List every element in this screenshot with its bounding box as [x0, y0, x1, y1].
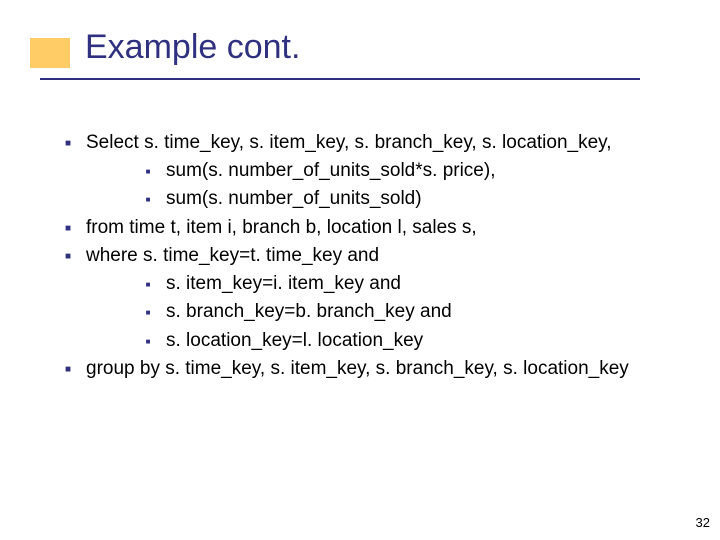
list-item: ■ from time t, item i, branch b, locatio… [60, 215, 680, 241]
list-text: sum(s. number_of_units_sold*s. price), [166, 158, 680, 184]
body-content: ■ Select s. time_key, s. item_key, s. br… [60, 130, 680, 384]
list-item: ■ sum(s. number_of_units_sold*s. price), [140, 158, 680, 184]
square-bullet-icon: ■ [140, 279, 156, 290]
list-item: ■ sum(s. number_of_units_sold) [140, 186, 680, 212]
list-text: where s. time_key=t. time_key and [86, 243, 680, 269]
title-underline [40, 78, 640, 80]
square-bullet-icon: ■ [140, 307, 156, 318]
list-text: s. branch_key=b. branch_key and [166, 299, 680, 325]
list-item: ■ group by s. time_key, s. item_key, s. … [60, 356, 680, 382]
list-item: ■ s. branch_key=b. branch_key and [140, 299, 680, 325]
list-text: s. location_key=l. location_key [166, 328, 680, 354]
list-text: from time t, item i, branch b, location … [86, 215, 680, 241]
square-bullet-icon: ■ [60, 363, 76, 377]
list-text: sum(s. number_of_units_sold) [166, 186, 680, 212]
list-text: s. item_key=i. item_key and [166, 271, 680, 297]
page-number: 32 [696, 515, 710, 530]
square-bullet-icon: ■ [60, 137, 76, 151]
square-bullet-icon: ■ [140, 194, 156, 205]
page-title: Example cont. [85, 28, 300, 67]
square-bullet-icon: ■ [140, 166, 156, 177]
list-item: ■ s. location_key=l. location_key [140, 328, 680, 354]
square-bullet-icon: ■ [140, 336, 156, 347]
list-text: Select s. time_key, s. item_key, s. bran… [86, 130, 680, 156]
slide: Example cont. ■ Select s. time_key, s. i… [0, 0, 720, 540]
list-item: ■ Select s. time_key, s. item_key, s. br… [60, 130, 680, 156]
list-item: ■ where s. time_key=t. time_key and [60, 243, 680, 269]
accent-box [30, 38, 70, 68]
square-bullet-icon: ■ [60, 250, 76, 264]
list-text: group by s. time_key, s. item_key, s. br… [86, 356, 680, 382]
list-item: ■ s. item_key=i. item_key and [140, 271, 680, 297]
square-bullet-icon: ■ [60, 222, 76, 236]
